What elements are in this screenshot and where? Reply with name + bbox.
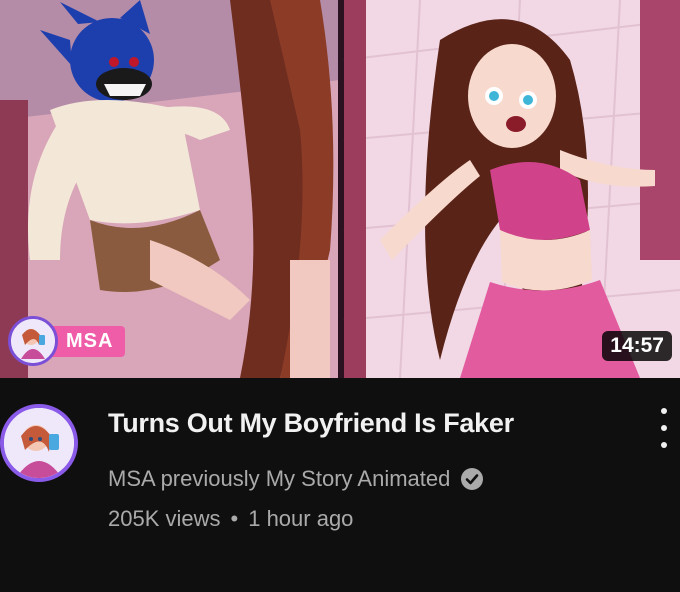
video-title[interactable]: Turns Out My Boyfriend Is Faker — [108, 408, 608, 439]
channel-row: MSA previously My Story Animated — [108, 466, 484, 492]
video-stats: 205K views • 1 hour ago — [108, 506, 353, 532]
duration-badge: 14:57 — [602, 331, 672, 361]
watermark-avatar — [8, 316, 58, 366]
channel-name[interactable]: MSA previously My Story Animated — [108, 466, 450, 492]
video-details: Turns Out My Boyfriend Is Faker MSA prev… — [0, 378, 680, 592]
menu-dot — [661, 408, 667, 414]
view-count: 205K views — [108, 506, 221, 531]
separator-dot: • — [230, 506, 239, 531]
more-vert-icon[interactable] — [652, 408, 676, 448]
channel-watermark: MSA — [8, 314, 126, 368]
menu-dot — [661, 442, 667, 448]
video-thumbnail[interactable]: MSA 14:57 — [0, 0, 680, 378]
upload-time: 1 hour ago — [248, 506, 354, 531]
menu-dot — [661, 425, 667, 431]
channel-avatar[interactable] — [0, 404, 78, 482]
verified-check-icon — [461, 468, 484, 490]
